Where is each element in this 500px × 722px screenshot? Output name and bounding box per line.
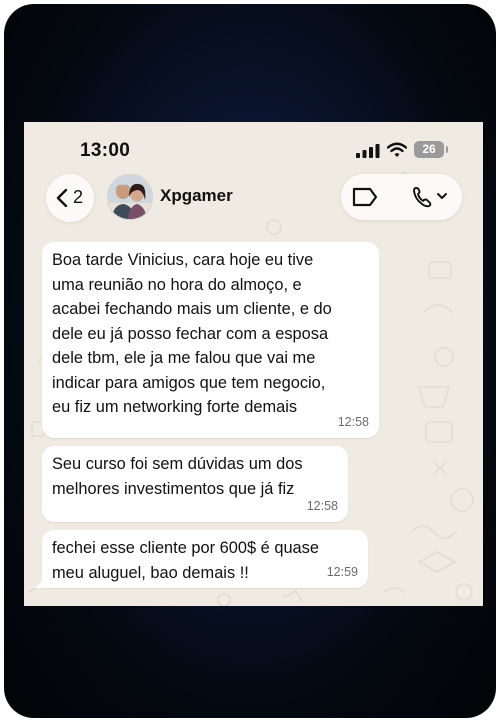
cellular-signal-icon — [356, 144, 380, 158]
chat-screen: 13:00 26 2 Xpgamer Boa tarde Vinicius, c… — [24, 122, 483, 606]
message-bubble[interactable]: Seu curso foi sem dúvidas um dos melhore… — [42, 446, 348, 522]
phone-call-icon[interactable] — [411, 185, 453, 209]
phone-frame: 13:00 26 2 Xpgamer Boa tarde Vinicius, c… — [4, 4, 496, 718]
contact-name[interactable]: Xpgamer — [160, 186, 233, 206]
message-text: Boa tarde Vinicius, cara hoje eu tive um… — [52, 251, 332, 416]
avatar[interactable] — [107, 174, 153, 220]
message-bubble[interactable]: fechei esse cliente por 600$ é quase meu… — [42, 530, 368, 588]
label-tag-icon[interactable] — [351, 186, 379, 208]
message-text: fechei esse cliente por 600$ é quase meu… — [52, 539, 319, 582]
status-time: 13:00 — [80, 140, 131, 161]
bubble-tail — [34, 574, 46, 588]
battery-indicator: 26 — [414, 141, 448, 158]
message-time: 12:59 — [326, 564, 358, 579]
chevron-left-icon — [56, 189, 68, 207]
back-button[interactable]: 2 — [46, 174, 94, 222]
contact-photo — [108, 175, 152, 219]
message-time: 12:58 — [306, 498, 338, 513]
wifi-icon — [387, 142, 407, 157]
message-text: Seu curso foi sem dúvidas um dos melhore… — [52, 455, 303, 498]
unread-count: 2 — [73, 187, 84, 207]
message-bubble[interactable]: Boa tarde Vinicius, cara hoje eu tive um… — [42, 242, 379, 438]
header-actions — [341, 174, 462, 220]
message-time: 12:58 — [337, 414, 369, 429]
